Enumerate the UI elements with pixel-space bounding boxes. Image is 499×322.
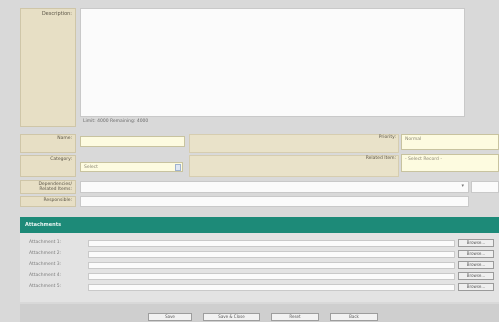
save-button[interactable]: Save: [148, 313, 192, 321]
attachment-label: Attachment 5:: [29, 284, 62, 289]
category-select[interactable]: Select: [80, 162, 183, 172]
browse-button[interactable]: Browse...: [458, 272, 494, 280]
attachment-field[interactable]: [88, 273, 455, 280]
responsible-label: Responsible:: [20, 196, 76, 207]
description-label: Description:: [20, 8, 76, 127]
related-label: Related Item:: [365, 156, 396, 161]
dependency-label: Dependencies/ Related Items:: [20, 180, 76, 194]
attachment-label: Attachment 3:: [29, 262, 62, 267]
browse-button[interactable]: Browse...: [458, 283, 494, 291]
chevron-down-icon[interactable]: [175, 164, 181, 171]
attachment-field[interactable]: [88, 251, 455, 258]
save-close-button[interactable]: Save & Close: [203, 313, 260, 321]
chevron-down-icon[interactable]: ▾: [461, 183, 464, 189]
dependency-select[interactable]: ▾: [80, 181, 469, 193]
attachment-field[interactable]: [88, 262, 455, 269]
priority-input[interactable]: Normal: [401, 134, 499, 150]
character-count: Limit: 4000 Remaining: 4000: [83, 119, 149, 124]
attachment-label: Attachment 1:: [29, 240, 62, 245]
reset-button[interactable]: Reset: [271, 313, 319, 321]
attachments-header: Attachments: [20, 217, 499, 233]
responsible-input[interactable]: [80, 196, 469, 207]
browse-button[interactable]: Browse...: [458, 261, 494, 269]
priority-label: Priority:: [378, 135, 396, 140]
dependency-extra: [471, 181, 499, 193]
browse-button[interactable]: Browse...: [458, 239, 494, 247]
description-textarea[interactable]: [80, 8, 465, 117]
name-label: Name:: [20, 134, 76, 153]
browse-button[interactable]: Browse...: [458, 250, 494, 258]
attachment-label: Attachment 4:: [29, 273, 62, 278]
category-label: Category:: [20, 155, 76, 177]
attachment-field[interactable]: [88, 240, 455, 247]
attachment-field[interactable]: [88, 284, 455, 291]
related-select[interactable]: - Select Record -: [401, 154, 499, 172]
back-button[interactable]: Back: [330, 313, 378, 321]
name-input[interactable]: [80, 136, 185, 147]
attachment-label: Attachment 2:: [29, 251, 62, 256]
